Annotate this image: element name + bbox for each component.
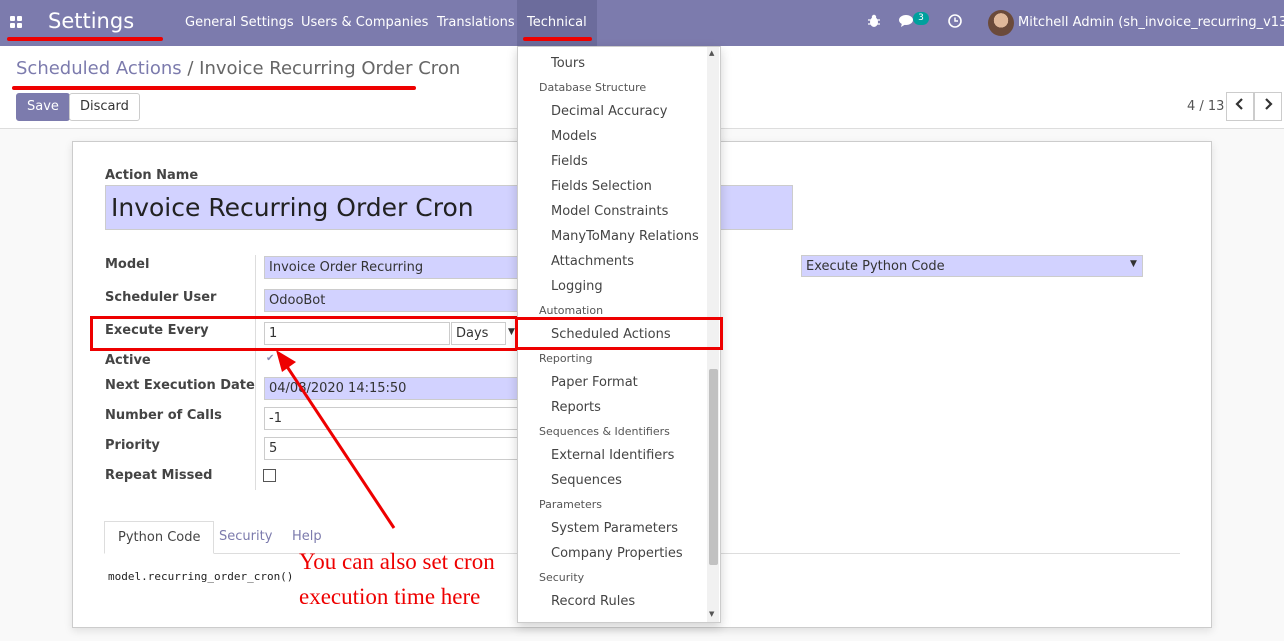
menu-item-attachments[interactable]: Attachments <box>551 254 634 269</box>
breadcrumb-current: Invoice Recurring Order Cron <box>199 58 461 79</box>
chat-count-badge: 3 <box>913 12 929 25</box>
save-button[interactable]: Save <box>16 93 70 121</box>
action-type-select[interactable]: Execute Python Code <box>801 255 1143 277</box>
scroll-up-arrow-icon[interactable]: ▲ <box>709 49 714 57</box>
discard-button[interactable]: Discard <box>69 93 140 121</box>
annotation-line-1: You can also set cron <box>299 549 495 574</box>
annotation-box-execute-every <box>90 316 518 351</box>
breadcrumb-scheduled-actions[interactable]: Scheduled Actions <box>16 58 182 79</box>
action-type-caret-icon[interactable]: ▼ <box>1130 259 1137 269</box>
priority-field[interactable]: 5 <box>264 437 524 460</box>
menu-header-parameters: Parameters <box>539 498 602 511</box>
top-navbar: Settings General Settings Users & Compan… <box>0 0 1284 46</box>
annotation-box-scheduled-actions <box>515 317 723 350</box>
tab-security[interactable]: Security <box>206 521 285 554</box>
menu-item-fields[interactable]: Fields <box>551 154 588 169</box>
chevron-left-icon[interactable] <box>1226 92 1254 121</box>
annotation-underline-breadcrumb <box>12 86 416 90</box>
menu-item-company-properties[interactable]: Company Properties <box>551 546 683 561</box>
menu-item-reports[interactable]: Reports <box>551 400 601 415</box>
chevron-right-icon[interactable] <box>1254 92 1282 121</box>
breadcrumb-separator: / <box>187 58 194 79</box>
debug-bug-icon[interactable] <box>867 14 881 32</box>
repeat-missed-label: Repeat Missed <box>105 468 213 483</box>
menu-item-models[interactable]: Models <box>551 129 597 144</box>
breadcrumb: Scheduled Actions / Invoice Recurring Or… <box>16 58 460 79</box>
model-label: Model <box>105 257 150 272</box>
menu-item-model-constraints[interactable]: Model Constraints <box>551 204 668 219</box>
pager-value: 4 / 13 <box>1187 99 1225 114</box>
repeat-missed-checkbox[interactable] <box>263 469 276 482</box>
menu-general-settings[interactable]: General Settings <box>185 0 294 46</box>
next-execution-label: Next Execution Date <box>105 378 255 393</box>
menu-header-database-structure: Database Structure <box>539 81 647 94</box>
number-of-calls-label: Number of Calls <box>105 408 222 423</box>
user-menu[interactable]: Mitchell Admin (sh_invoice_recurring_v13… <box>1018 15 1284 30</box>
menu-item-paper-format[interactable]: Paper Format <box>551 375 638 390</box>
next-execution-field[interactable]: 04/08/2020 14:15:50 <box>264 377 524 400</box>
menu-item-tours[interactable]: Tours <box>551 56 585 71</box>
dropdown-scrollbar-thumb[interactable] <box>709 369 718 565</box>
menu-item-many2many-relations[interactable]: ManyToMany Relations <box>551 229 699 244</box>
annotation-text: You can also set cron execution time her… <box>299 544 495 614</box>
menu-item-sequences[interactable]: Sequences <box>551 473 622 488</box>
menu-header-security: Security <box>539 571 585 584</box>
number-of-calls-field[interactable]: -1 <box>264 407 524 430</box>
menu-item-system-parameters[interactable]: System Parameters <box>551 521 678 536</box>
apps-menu-icon[interactable] <box>10 16 22 28</box>
scroll-down-arrow-icon[interactable]: ▼ <box>709 610 714 618</box>
menu-header-reporting: Reporting <box>539 352 593 365</box>
action-name-label: Action Name <box>105 168 199 183</box>
annotation-line-2: execution time here <box>299 584 481 609</box>
menu-header-automation: Automation <box>539 304 604 317</box>
menu-item-logging[interactable]: Logging <box>551 279 603 294</box>
activity-clock-icon[interactable] <box>948 14 962 32</box>
annotation-underline-brand <box>7 37 163 41</box>
menu-item-record-rules[interactable]: Record Rules <box>551 594 635 609</box>
scheduler-user-field[interactable]: OdooBot <box>264 289 524 312</box>
app-brand[interactable]: Settings <box>48 9 134 33</box>
menu-header-sequences-identifiers: Sequences & Identifiers <box>539 425 670 438</box>
menu-item-decimal-accuracy[interactable]: Decimal Accuracy <box>551 104 668 119</box>
active-checkmark-icon[interactable]: ✔ <box>266 353 274 364</box>
label-separator <box>255 255 256 490</box>
menu-users-companies[interactable]: Users & Companies <box>301 0 428 46</box>
menu-item-external-identifiers[interactable]: External Identifiers <box>551 448 674 463</box>
priority-label: Priority <box>105 438 160 453</box>
scheduler-user-label: Scheduler User <box>105 290 217 305</box>
annotation-underline-technical <box>523 37 592 41</box>
tab-python-code[interactable]: Python Code <box>104 521 215 554</box>
model-field[interactable]: Invoice Order Recurring <box>264 256 524 279</box>
user-avatar[interactable] <box>988 10 1014 36</box>
menu-translations[interactable]: Translations <box>437 0 515 46</box>
python-code-editor[interactable]: model.recurring_order_cron() <box>108 570 293 583</box>
menu-item-fields-selection[interactable]: Fields Selection <box>551 179 652 194</box>
active-label: Active <box>105 353 151 368</box>
